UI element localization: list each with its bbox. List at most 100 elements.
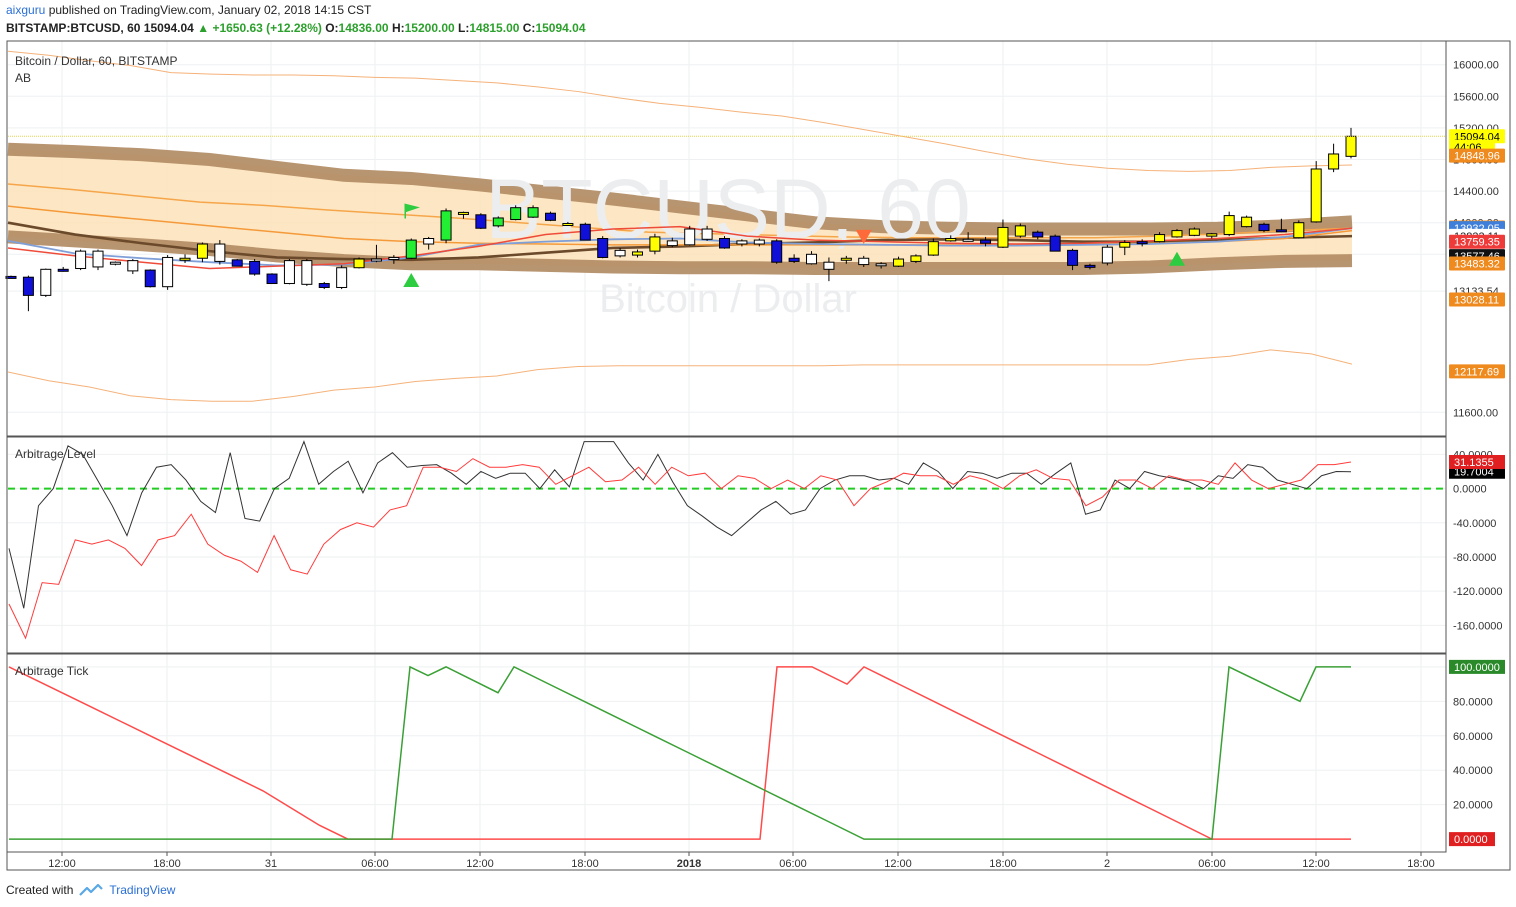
candle-body	[562, 222, 574, 226]
time-tick-label: 12:00	[466, 858, 494, 870]
candle-body	[1328, 153, 1340, 170]
candle-body	[283, 260, 295, 285]
tradingview-link[interactable]: TradingView	[109, 883, 175, 897]
candle-body	[301, 260, 313, 285]
price-axis-tick: 15600.00	[1453, 91, 1499, 103]
candle-body	[544, 212, 556, 221]
tick-axis-tick: 40.0000	[1453, 765, 1493, 777]
candle-body	[179, 257, 191, 261]
candle-body	[806, 253, 818, 265]
candle-body	[162, 256, 174, 288]
price-axis-tick: 16000.00	[1453, 60, 1499, 72]
candle-body	[927, 241, 939, 256]
candle-body	[75, 250, 87, 270]
candle-body	[1188, 228, 1200, 236]
candle-body	[840, 257, 852, 261]
candle-body	[579, 223, 591, 241]
candle-body	[1049, 235, 1061, 252]
tick-green-line	[9, 665, 1351, 840]
candle-body	[127, 260, 139, 272]
tick-label-text: 0.0000	[1454, 834, 1488, 846]
tradingview-logo-icon	[79, 883, 104, 896]
candle-body	[1067, 249, 1079, 266]
tick-axis-tick: 20.0000	[1453, 800, 1493, 812]
candle-body	[910, 255, 922, 262]
candle-body	[1171, 230, 1183, 238]
level-axis-tick: -80.0000	[1453, 552, 1496, 564]
time-tick-label: 06:00	[779, 858, 807, 870]
time-tick-label: 06:00	[361, 858, 389, 870]
candle-body	[40, 268, 52, 296]
arbitrage-tick-pane[interactable]: 100.000080.000060.000040.000020.0000100.…	[8, 659, 1505, 847]
level-black-line	[8, 440, 1352, 609]
level-axis-tick: -160.0000	[1453, 620, 1503, 632]
level-axis-tick: -40.0000	[1453, 518, 1496, 530]
candle-body	[1223, 215, 1235, 236]
candle-body	[858, 257, 870, 266]
candle-body	[388, 256, 400, 260]
candle-body	[736, 240, 748, 245]
candle-body	[1275, 229, 1287, 233]
candle-body	[684, 228, 696, 246]
arbitrage-level-pane[interactable]: 40.00000.0000-40.0000-80.0000-120.0000-1…	[8, 440, 1505, 640]
level-label-text: 31.1355	[1454, 457, 1494, 469]
candle-body	[945, 238, 957, 242]
chart-canvas[interactable]: BTCUSD, 60Bitcoin / Dollar 16000.0015600…	[0, 0, 1516, 907]
candle-body	[1206, 233, 1218, 237]
candle-body	[196, 243, 208, 259]
candle-body	[214, 243, 226, 262]
candle-body	[457, 211, 469, 215]
candle-body	[440, 210, 452, 241]
candle-body	[249, 260, 261, 275]
candle-body	[57, 268, 69, 272]
candle-body	[1293, 222, 1305, 239]
created-with-text: Created with	[6, 883, 74, 897]
time-tick-label: 12:00	[884, 858, 912, 870]
pane-border	[6, 653, 1447, 853]
level-red-line	[8, 458, 1352, 640]
time-tick-label: 18:00	[571, 858, 599, 870]
tick-pane-title: Arbitrage Tick	[15, 664, 89, 678]
candle-body	[109, 261, 121, 265]
candle-body	[1154, 234, 1166, 243]
candle-body	[231, 259, 243, 267]
price-axis[interactable]: 16000.0015600.0015200.0014800.0014400.00…	[1449, 60, 1505, 420]
time-axis[interactable]: 12:00 18:00 31 06:00 12:00 18:00 2018 06:00 12:0…	[48, 852, 1435, 870]
candle-body	[666, 240, 678, 247]
time-tick-label: 2018	[677, 858, 701, 870]
main-pane-subtitle: AB	[15, 71, 31, 85]
candle-body	[823, 261, 835, 270]
candle-body	[788, 257, 800, 262]
candle-body	[405, 239, 417, 259]
candle-body	[1345, 135, 1357, 157]
candle-body	[1241, 216, 1253, 228]
price-label-text: 13759.35	[1454, 237, 1500, 249]
price-axis-tick: 11600.00	[1453, 407, 1498, 419]
candle-body	[649, 236, 661, 252]
candle-body	[701, 228, 713, 240]
level-pane-title: Arbitrage Level	[15, 447, 96, 461]
candle-body	[597, 238, 609, 258]
watermark-name: Bitcoin / Dollar	[599, 277, 857, 321]
time-tick-label: 18:00	[153, 858, 181, 870]
time-tick-label: 18:00	[1407, 858, 1435, 870]
candle-body	[423, 238, 435, 245]
tick-axis-tick: 80.0000	[1453, 696, 1493, 708]
candle-body	[1014, 225, 1026, 237]
candle-body	[92, 250, 104, 268]
main-pane-title: Bitcoin / Dollar, 60, BITSTAMP	[15, 54, 178, 68]
footer: Created with TradingView	[6, 881, 175, 899]
candle-body	[631, 251, 643, 256]
price-label-text: 14848.96	[1454, 151, 1500, 163]
time-tick-label: 12:00	[48, 858, 76, 870]
candle-body	[510, 207, 522, 221]
candle-body	[353, 258, 365, 269]
price-axis-tick: 14400.00	[1453, 186, 1499, 198]
tick-axis-tick: 60.0000	[1453, 731, 1493, 743]
candle-body	[318, 283, 330, 288]
candle-body	[1101, 246, 1113, 264]
candle-body	[22, 276, 34, 296]
candle-body	[719, 238, 731, 249]
candle-body	[370, 258, 382, 262]
level-axis-tick: 0.0000	[1453, 484, 1487, 496]
